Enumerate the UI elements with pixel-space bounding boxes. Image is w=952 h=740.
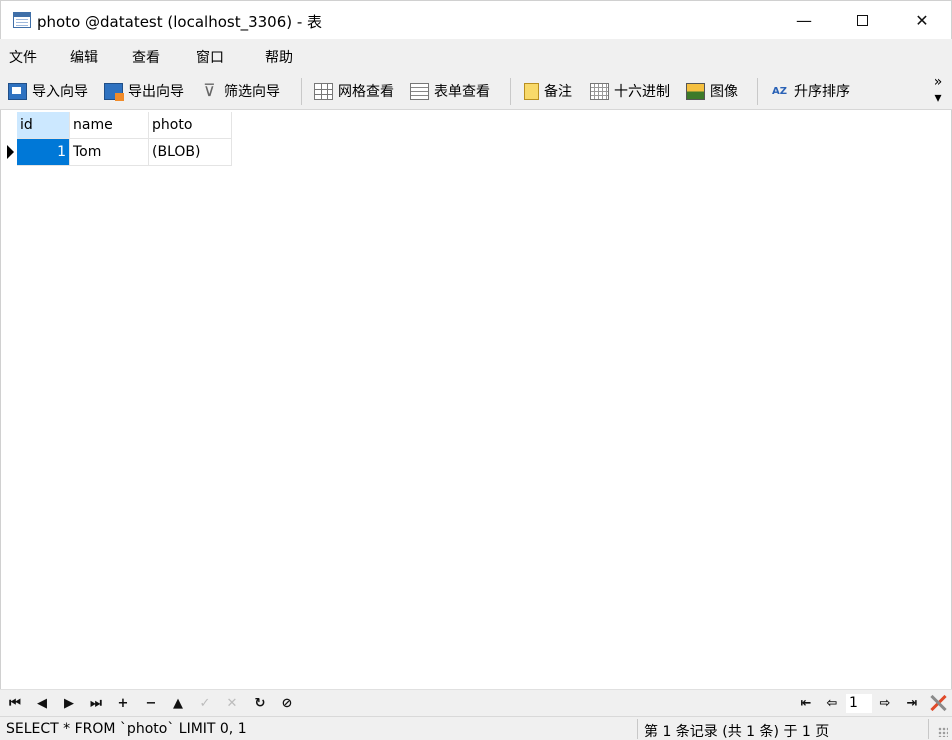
cell-id[interactable]: 1 — [17, 139, 70, 166]
memo-icon — [524, 82, 539, 100]
menu-window[interactable]: 窗口 — [196, 47, 224, 67]
stop-icon[interactable]: ⊘ — [278, 695, 296, 711]
hex-button[interactable]: 十六进制 — [590, 79, 670, 103]
column-header-name[interactable]: name — [70, 112, 149, 139]
maximize-icon — [856, 15, 868, 26]
window-title: photo @datatest (localhost_3306) - 表 — [37, 13, 323, 31]
record-navigator: ⏮ ◀ ▶ ⏭ + − ▲ ✓ ✕ ↻ ⊘ ⇤ ⇦ 1 ⇨ ⇥ — [0, 689, 952, 716]
add-record-icon[interactable]: + — [114, 695, 132, 711]
table-row[interactable]: 1 Tom (BLOB) — [1, 139, 232, 166]
tools-icon[interactable] — [928, 693, 948, 713]
previous-record-icon[interactable]: ◀ — [33, 695, 51, 711]
menu-bar: 文件 编辑 查看 窗口 帮助 — [0, 39, 952, 72]
title-bar: photo @datatest (localhost_3306) - 表 — ✕ — [0, 0, 952, 39]
chevron-right-icon: » — [933, 74, 943, 90]
toolbar-overflow-button[interactable]: » ▾ — [932, 74, 944, 106]
data-grid[interactable]: id name photo 1 Tom (BLOB) — [0, 110, 952, 689]
form-view-button[interactable]: 表单查看 — [410, 79, 490, 103]
status-divider — [928, 719, 929, 739]
filter-wizard-label: 筛选向导 — [224, 84, 280, 100]
chevron-down-icon: ▾ — [934, 90, 942, 106]
toolbar-divider — [301, 78, 302, 105]
form-view-label: 表单查看 — [434, 84, 490, 100]
table-icon — [13, 12, 31, 28]
menu-view[interactable]: 查看 — [132, 47, 160, 67]
image-label: 图像 — [710, 84, 738, 100]
export-icon — [104, 82, 124, 101]
column-header-id[interactable]: id — [17, 112, 70, 139]
status-record-count: 第 1 条记录 (共 1 条) 于 1 页 — [644, 724, 830, 740]
first-page-icon[interactable]: ⇤ — [797, 695, 815, 711]
menu-help[interactable]: 帮助 — [265, 47, 293, 67]
cell-photo[interactable]: (BLOB) — [149, 139, 232, 166]
discard-changes-icon[interactable]: ✕ — [223, 695, 241, 711]
hex-label: 十六进制 — [614, 84, 670, 100]
import-wizard-label: 导入向导 — [32, 84, 88, 100]
resize-grip-icon[interactable] — [938, 727, 948, 737]
last-page-icon[interactable]: ⇥ — [903, 695, 921, 711]
refresh-icon[interactable]: ↻ — [251, 695, 269, 711]
header-gutter — [1, 112, 17, 139]
previous-page-icon[interactable]: ⇦ — [823, 695, 841, 711]
last-record-icon[interactable]: ⏭ — [87, 695, 105, 711]
move-up-icon[interactable]: ▲ — [169, 695, 187, 711]
status-sql-query: SELECT * FROM `photo` LIMIT 0, 1000 — [6, 721, 246, 737]
export-wizard-label: 导出向导 — [128, 84, 184, 100]
minimize-icon: — — [796, 11, 812, 30]
maximize-button[interactable] — [833, 1, 891, 40]
column-header-photo[interactable]: photo — [149, 112, 232, 139]
apply-changes-icon[interactable]: ✓ — [196, 695, 214, 711]
next-page-icon[interactable]: ⇨ — [876, 695, 894, 711]
grid-icon — [314, 82, 333, 100]
memo-button[interactable]: 备注 — [524, 79, 572, 103]
image-icon — [686, 82, 705, 100]
memo-label: 备注 — [544, 84, 572, 100]
grid-view-button[interactable]: 网格查看 — [314, 79, 394, 103]
toolbar: 导入向导 导出向导 ⊽ 筛选向导 网格查看 表单查看 备注 十六进制 图像 AZ… — [0, 72, 952, 110]
form-icon — [410, 82, 429, 100]
filter-wizard-button[interactable]: ⊽ 筛选向导 — [200, 79, 280, 103]
toolbar-divider — [510, 78, 511, 105]
menu-file[interactable]: 文件 — [9, 47, 37, 67]
toolbar-divider — [757, 78, 758, 105]
page-number-input[interactable]: 1 — [846, 694, 872, 713]
export-wizard-button[interactable]: 导出向导 — [104, 79, 184, 103]
minimize-button[interactable]: — — [775, 1, 833, 40]
sort-ascending-button[interactable]: AZ 升序排序 — [770, 79, 850, 103]
image-button[interactable]: 图像 — [686, 79, 738, 103]
import-wizard-button[interactable]: 导入向导 — [8, 79, 88, 103]
status-bar: SELECT * FROM `photo` LIMIT 0, 1000 第 1 … — [0, 716, 952, 740]
menu-edit[interactable]: 编辑 — [70, 47, 98, 67]
sort-ascending-icon: AZ — [772, 85, 787, 97]
sort-ascending-label: 升序排序 — [794, 84, 850, 100]
filter-icon: ⊽ — [203, 81, 216, 101]
grid-view-label: 网格查看 — [338, 84, 394, 100]
cell-name[interactable]: Tom — [70, 139, 149, 166]
import-icon — [8, 82, 27, 100]
current-row-icon — [1, 139, 17, 166]
status-divider — [637, 719, 638, 739]
grid-header: id name photo — [1, 112, 232, 139]
delete-record-icon[interactable]: − — [142, 695, 160, 711]
close-button[interactable]: ✕ — [893, 1, 951, 40]
first-record-icon[interactable]: ⏮ — [6, 695, 24, 711]
close-icon: ✕ — [915, 11, 929, 30]
next-record-icon[interactable]: ▶ — [60, 695, 78, 711]
hex-icon — [590, 82, 609, 100]
